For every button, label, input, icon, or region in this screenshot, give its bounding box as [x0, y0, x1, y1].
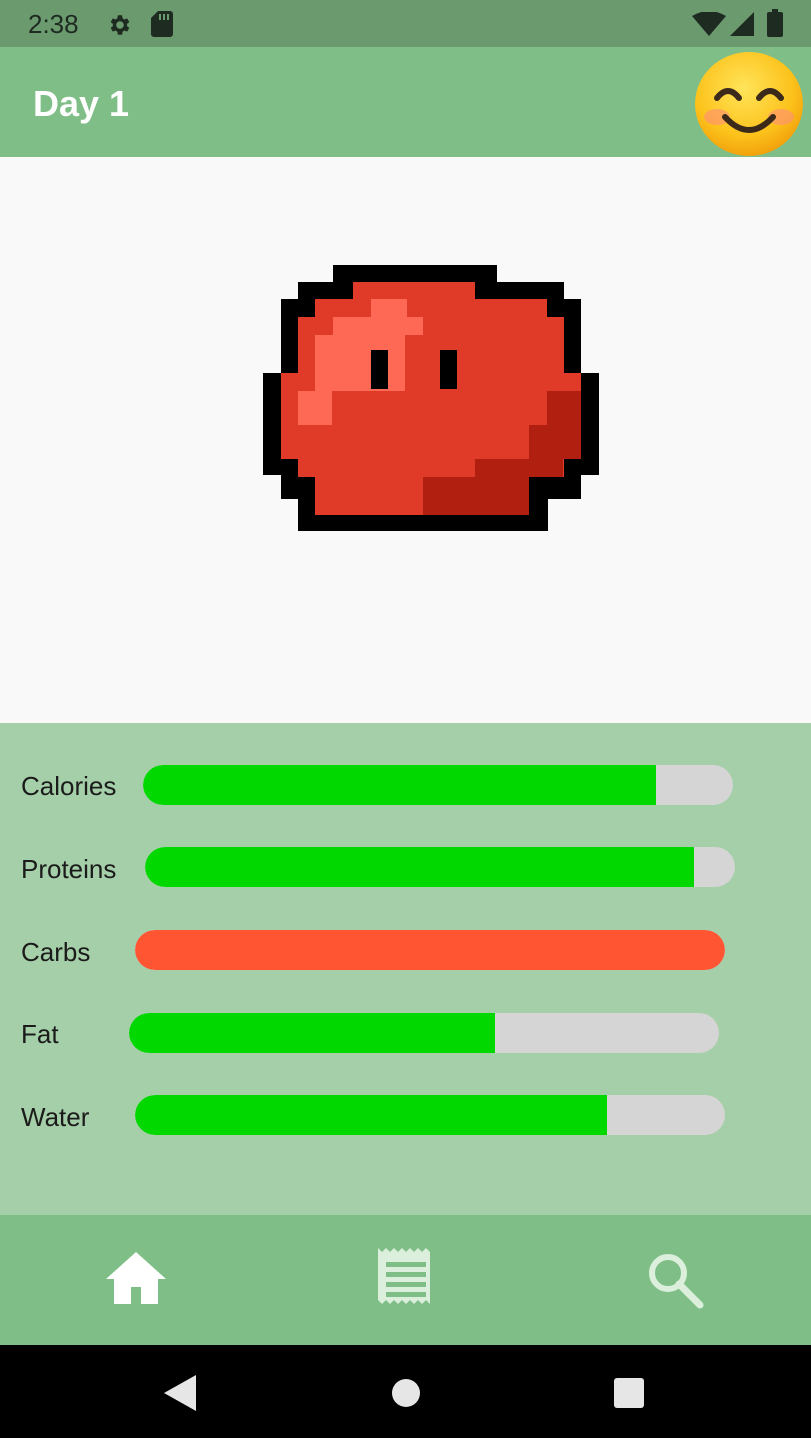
receipt-icon — [378, 1248, 430, 1304]
signal-icon — [730, 12, 754, 36]
nav-receipt-button[interactable] — [270, 1215, 540, 1345]
status-time: 2:38 — [28, 9, 79, 39]
fat-progress-bar — [129, 1013, 719, 1053]
home-circle-icon[interactable] — [391, 1378, 421, 1408]
calories-progress-bar — [143, 765, 733, 805]
fat-progress-fill — [129, 1013, 495, 1053]
status-bar: 2:38 — [0, 0, 811, 47]
stat-label-proteins: Proteins — [21, 854, 117, 884]
red-slime-pixel-icon[interactable] — [263, 265, 599, 531]
home-icon — [106, 1252, 166, 1304]
app-bar: Day 1 — [0, 47, 811, 157]
nav-search-button[interactable] — [540, 1215, 810, 1345]
sd-card-icon — [151, 11, 173, 37]
recents-icon[interactable] — [614, 1378, 644, 1408]
proteins-progress-bar — [145, 847, 735, 887]
nav-home-button[interactable] — [0, 1215, 270, 1345]
bottom-navigation — [0, 1215, 811, 1345]
stat-label-fat: Fat — [21, 1019, 59, 1049]
battery-icon — [767, 9, 783, 37]
carbs-progress-fill — [135, 930, 725, 970]
search-icon — [649, 1254, 704, 1309]
back-icon[interactable] — [164, 1375, 196, 1411]
water-progress-fill — [135, 1095, 607, 1135]
gear-icon — [110, 15, 130, 35]
calories-progress-fill — [143, 765, 657, 805]
stat-label-water: Water — [21, 1102, 90, 1132]
stat-label-calories: Calories — [21, 771, 117, 801]
system-navigation-bar — [0, 1345, 811, 1438]
smiling-face-emoji-icon[interactable] — [693, 51, 805, 157]
wifi-icon — [692, 12, 726, 36]
stat-label-carbs: Carbs — [21, 937, 91, 967]
page-title: Day 1 — [33, 83, 130, 124]
proteins-progress-fill — [145, 847, 694, 887]
carbs-progress-bar — [135, 930, 725, 970]
stats-panel: Calories Proteins Carbs Fat Water — [0, 723, 811, 1215]
water-progress-bar — [135, 1095, 725, 1135]
